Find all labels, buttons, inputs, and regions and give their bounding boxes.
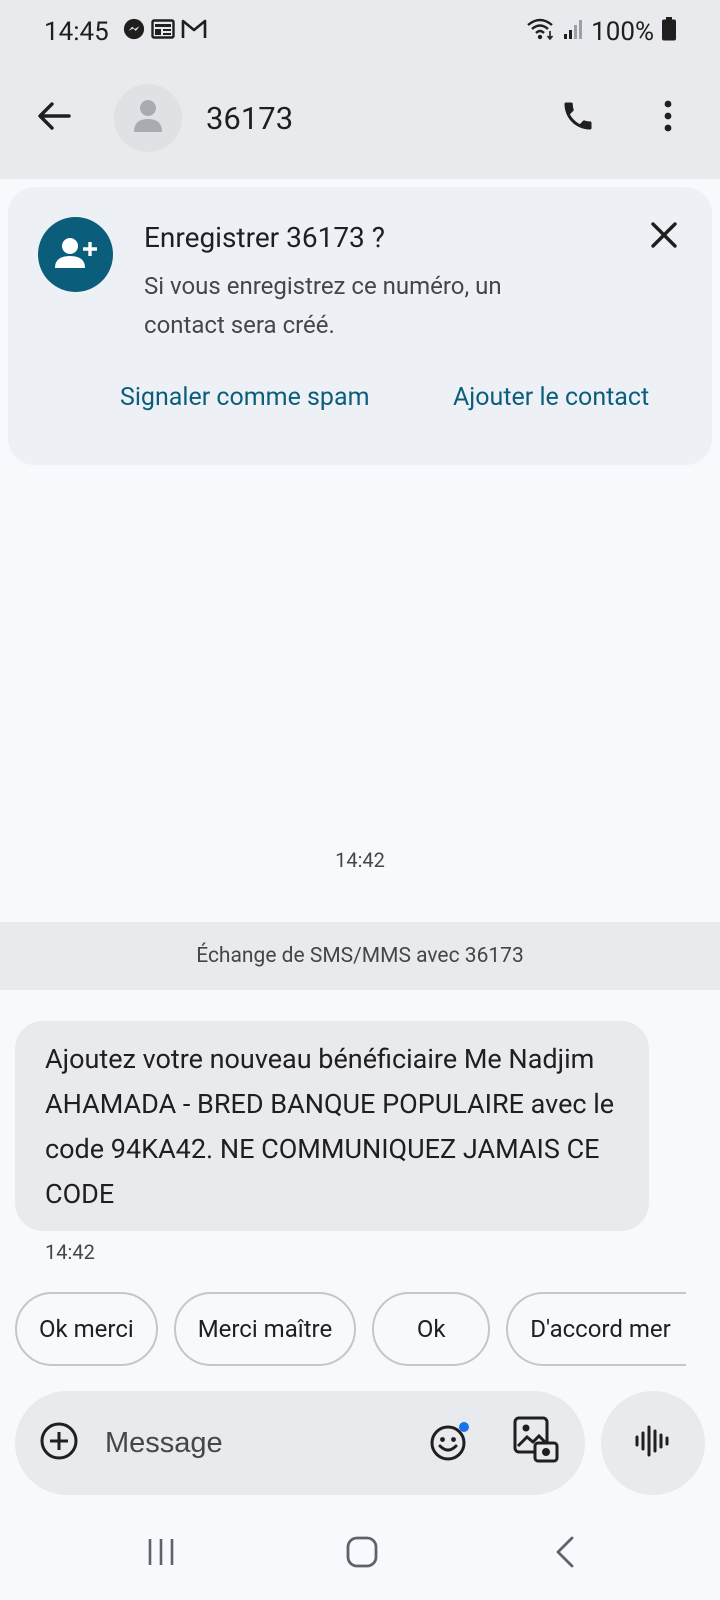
recents-button[interactable] [144,1534,178,1574]
suggestion-chip[interactable]: Ok merci [15,1292,158,1366]
incoming-message-bubble[interactable]: Ajoutez votre nouveau bénéficiaire Me Na… [15,1021,649,1231]
status-left: 14:45 [44,17,207,47]
status-time: 14:45 [44,17,109,47]
report-spam-button[interactable]: Signaler comme spam [120,383,370,412]
message-composer [15,1391,585,1495]
wifi-icon [525,17,555,48]
messenger-icon [123,17,145,47]
suggestion-chip[interactable]: Ok [372,1292,491,1366]
battery-percent: 100% [591,17,654,47]
signal-icon [563,17,583,47]
gmail-icon [181,17,207,47]
home-icon [345,1535,379,1573]
close-icon [650,221,678,253]
suggestion-chip[interactable]: D'accord mer [506,1292,687,1366]
save-contact-card: Enregistrer 36173 ? Si vous enregistrez … [8,187,712,465]
contact-title[interactable]: 36173 [206,100,293,137]
add-attachment-button[interactable] [37,1421,81,1465]
voice-icon [635,1423,671,1463]
message-input[interactable] [105,1419,405,1467]
message-timestamp: 14:42 [45,1240,95,1264]
status-bar: 14:45 100% [0,0,720,64]
news-icon [151,17,175,47]
more-vert-icon [663,99,673,137]
person-add-icon [54,235,98,275]
back-arrow-icon [37,101,71,135]
sms-mms-banner: Échange de SMS/MMS avec 36173 [0,922,720,990]
recents-icon [146,1537,176,1571]
conversation-timestamp: 14:42 [335,848,385,872]
avatar[interactable] [114,84,182,152]
gallery-button[interactable] [511,1416,561,1468]
add-contact-button[interactable]: Ajouter le contact [453,383,649,412]
top-app-bar: 36173 [0,64,720,179]
add-circle-icon [39,1421,79,1465]
notification-icons [123,17,207,47]
back-icon [553,1535,577,1573]
nav-back-button[interactable] [548,1534,582,1574]
emoji-button[interactable] [427,1421,473,1467]
back-button[interactable] [30,94,78,142]
card-title: Enregistrer 36173 ? [144,221,385,254]
person-icon [133,98,163,138]
card-close-button[interactable] [644,217,684,257]
phone-icon [560,98,596,138]
suggestion-chips: Ok merci Merci maître Ok D'accord mer [15,1292,687,1366]
emoji-icon [429,1421,471,1467]
card-body: Si vous enregistrez ce numéro, un contac… [144,272,502,339]
voice-message-button[interactable] [601,1391,705,1495]
battery-icon [662,16,676,48]
more-options-button[interactable] [644,94,692,142]
call-button[interactable] [554,94,602,142]
status-right: 100% [525,16,676,48]
home-button[interactable] [342,1534,382,1574]
person-add-avatar [38,217,113,292]
suggestion-chip[interactable]: Merci maître [173,1292,357,1366]
system-nav-bar [0,1510,720,1600]
gallery-icon [513,1416,559,1468]
